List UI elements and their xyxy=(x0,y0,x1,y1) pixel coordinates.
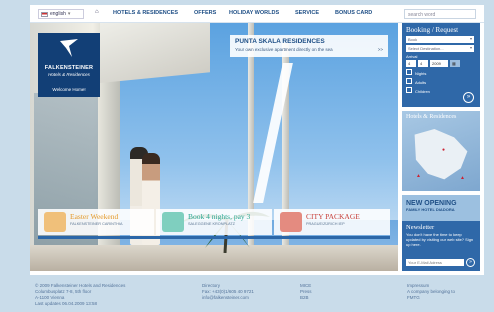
offer-title: Easter Weekend xyxy=(70,212,119,221)
hotel-marker-icon[interactable]: ▲ xyxy=(460,175,465,181)
destination-select[interactable]: Select Destination... xyxy=(406,45,474,52)
language-select[interactable]: english ▾ xyxy=(38,9,84,19)
language-label: english xyxy=(50,11,66,17)
footer: © 2009 Falkensteiner Hotels and Residenc… xyxy=(35,283,485,311)
news-panel[interactable]: NEW OPENING FAMILY HOTEL DIADORA Newslet… xyxy=(402,195,480,271)
arrival-label: Arrival xyxy=(406,54,418,59)
hotel-marker-icon[interactable]: ▲ xyxy=(416,173,421,179)
nights-field[interactable] xyxy=(406,69,412,75)
wellness-icon xyxy=(162,212,184,232)
roof-canopy xyxy=(100,23,210,83)
children-field[interactable] xyxy=(406,87,412,93)
adults-field[interactable] xyxy=(406,78,412,84)
search-input[interactable]: search word xyxy=(404,9,476,19)
promo-description: Your own exclusive apartment directly on… xyxy=(235,47,333,52)
top-navigation: english ▾ ⌂ HOTELS & RESIDENCES OFFERS H… xyxy=(30,5,484,23)
last-update-text: Last updates 06.04.2009 13:58 xyxy=(35,301,98,307)
booking-title: Booking / Request xyxy=(406,26,459,34)
promo-title: PUNTA SKALA RESIDENCES xyxy=(235,38,325,45)
map-title: Hotels & Residences xyxy=(406,114,457,120)
offer-title: Book 4 nights, pay 3 xyxy=(188,212,251,221)
nav-item-offers[interactable]: OFFERS xyxy=(194,10,216,16)
calendar-icon[interactable]: ▦ xyxy=(450,60,460,67)
newsletter-box: Newsletter You don't have the time to ke… xyxy=(402,221,480,271)
booking-type-select[interactable]: Book xyxy=(406,36,474,43)
nav-item-holiday-worlds[interactable]: HOLIDAY WORLDS xyxy=(229,10,279,16)
offer-easter-weekend[interactable]: Easter Weekend FALKENSTEINER CARINTHIA xyxy=(38,209,154,235)
nav-item-service[interactable]: SERVICE xyxy=(295,10,319,16)
uk-flag-icon xyxy=(41,11,48,17)
offer-subtitle: FALKENSTEINER CARINTHIA xyxy=(70,222,123,226)
arrival-day[interactable]: 4 xyxy=(406,60,416,67)
offers-strip: Easter Weekend FALKENSTEINER CARINTHIA B… xyxy=(38,209,390,235)
family-icon xyxy=(44,212,66,232)
offer-subtitle: PRAGUE/ZÜRICH IEP xyxy=(306,222,345,226)
falcon-icon xyxy=(60,39,78,57)
footer-links: MICE Press B2B xyxy=(300,283,360,301)
booking-go-button[interactable]: » xyxy=(463,92,474,103)
falkensteiner-logo[interactable]: FALKENSTEINER Hotels & Residences Welcom… xyxy=(38,33,100,97)
nights-label: Nights xyxy=(415,71,427,76)
logo-brand: FALKENSTEINER xyxy=(44,65,94,71)
children-label: Children xyxy=(415,89,430,94)
newsletter-go-button[interactable]: » xyxy=(466,258,475,267)
hero-image: FALKENSTEINER Hotels & Residences Welcom… xyxy=(30,23,398,271)
footer-address: © 2009 Falkensteiner Hotels and Residenc… xyxy=(35,283,195,307)
news-title: NEW OPENING xyxy=(406,200,457,207)
nav-item-hotels[interactable]: HOTELS & RESIDENCES xyxy=(113,10,178,16)
hotel-marker-icon[interactable]: ● xyxy=(442,147,445,153)
email-input[interactable]: Your E-Mail Adress xyxy=(406,259,464,266)
promo-more-link[interactable]: >> xyxy=(378,47,383,52)
arrival-month[interactable]: 4 xyxy=(418,60,428,67)
offers-scrollbar[interactable] xyxy=(38,236,390,239)
welcome-text: Welcome Home! xyxy=(52,87,86,92)
booking-panel: Booking / Request Book Select Destinatio… xyxy=(402,23,480,107)
footer-contact: Directory Fax: +43(0)1/605 40 9721 info@… xyxy=(202,283,292,301)
footer-legal: Impressum A company belonging to FMTG xyxy=(407,283,485,301)
hotels-map[interactable]: Hotels & Residences ▲ ▲ ● xyxy=(402,111,480,191)
email-link[interactable]: info@falkensteiner.com xyxy=(202,295,292,301)
promo-box[interactable]: PUNTA SKALA RESIDENCES Your own exclusiv… xyxy=(230,35,388,57)
logo-subtitle: Hotels & Residences xyxy=(48,72,90,77)
offer-subtitle: SALEGGENE KRONPLATZ xyxy=(188,222,235,226)
chevron-down-icon: ▾ xyxy=(67,11,71,17)
adults-label: Adults xyxy=(415,80,427,85)
news-subtitle: FAMILY HOTEL DIADORA xyxy=(406,207,455,212)
arrival-year[interactable]: 2009 xyxy=(430,60,448,67)
offer-title: CITY PACKAGE xyxy=(306,212,360,221)
b2b-link[interactable]: B2B xyxy=(300,295,360,301)
home-icon[interactable]: ⌂ xyxy=(95,9,99,15)
newsletter-text: You don't have the time to keep updated … xyxy=(406,232,474,247)
newsletter-title: Newsletter xyxy=(406,224,435,231)
page-container: english ▾ ⌂ HOTELS & RESIDENCES OFFERS H… xyxy=(30,5,484,275)
offer-book-4-nights[interactable]: Book 4 nights, pay 3 SALEGGENE KRONPLATZ xyxy=(156,209,272,235)
offer-city-package[interactable]: CITY PACKAGE PRAGUE/ZÜRICH IEP xyxy=(274,209,390,235)
nav-item-bonus-card[interactable]: BONUS CARD xyxy=(335,10,372,16)
fmtg-link[interactable]: FMTG xyxy=(407,295,485,301)
city-icon xyxy=(280,212,302,232)
